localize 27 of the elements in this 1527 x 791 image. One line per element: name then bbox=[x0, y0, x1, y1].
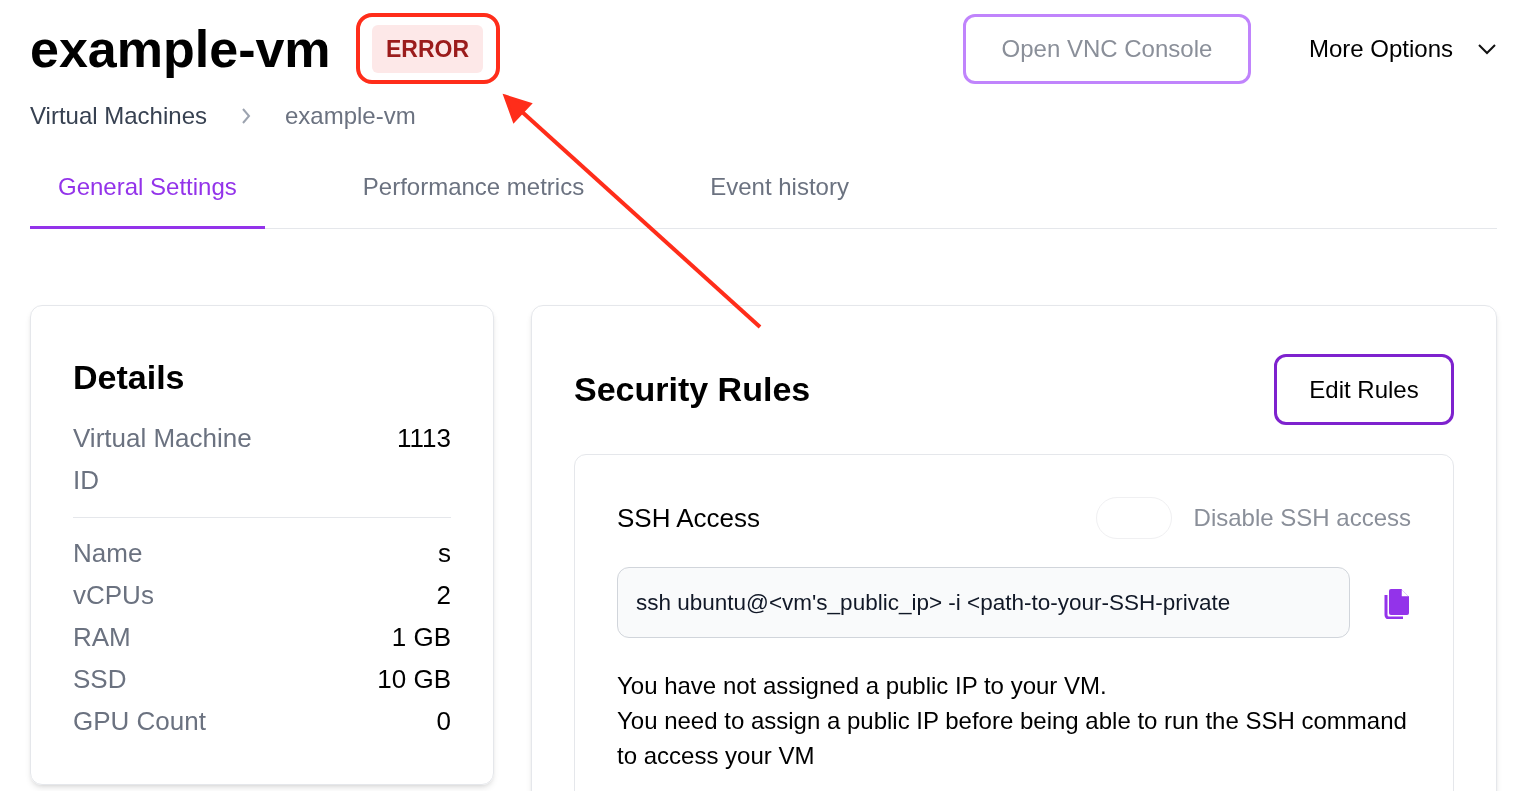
notice-text: You have not assigned a public IP to your VM. bbox=[617, 671, 1108, 701]
section-title: SSH Access bbox=[617, 501, 761, 535]
edit-rules-button[interactable]: Edit Rules bbox=[1274, 354, 1454, 425]
detail-label: Virtual Machine ID bbox=[73, 422, 253, 497]
notice-text: You need to assign a public IP before being able to run the SSH command to access your VM bbox=[617, 706, 1408, 771]
detail-value: 2 bbox=[436, 579, 451, 612]
tab[interactable]: Event history bbox=[682, 148, 877, 229]
ssh-command-field[interactable]: ssh ubuntu@<vm's_public_ip> -i <path-to-your-SSH-private bbox=[617, 567, 1350, 638]
detail-value: 0 bbox=[436, 705, 451, 738]
more-options-dropdown[interactable]: More Options bbox=[1308, 31, 1497, 67]
detail-label: vCPUs bbox=[73, 579, 154, 612]
detail-value: 1113 bbox=[397, 422, 451, 455]
card-title: Security Rules bbox=[574, 369, 811, 410]
card-title: Details bbox=[73, 357, 186, 398]
toggle-label: Disable SSH access bbox=[1193, 503, 1411, 533]
tab[interactable]: General Settings bbox=[30, 148, 265, 229]
status-badge: ERROR bbox=[372, 24, 484, 74]
tab[interactable]: Performance metrics bbox=[334, 148, 613, 229]
detail-label: SSD bbox=[73, 663, 127, 696]
detail-value: s bbox=[438, 537, 451, 570]
detail-label: RAM bbox=[73, 621, 131, 654]
detail-label: Name bbox=[73, 537, 143, 570]
detail-label: GPU Count bbox=[73, 705, 206, 738]
breadcrumb-link[interactable]: Virtual Machines bbox=[30, 98, 207, 134]
detail-value: 10 GB bbox=[377, 663, 451, 696]
detail-value: 1 GB bbox=[391, 621, 451, 654]
breadcrumb-current: example-vm bbox=[285, 101, 416, 131]
